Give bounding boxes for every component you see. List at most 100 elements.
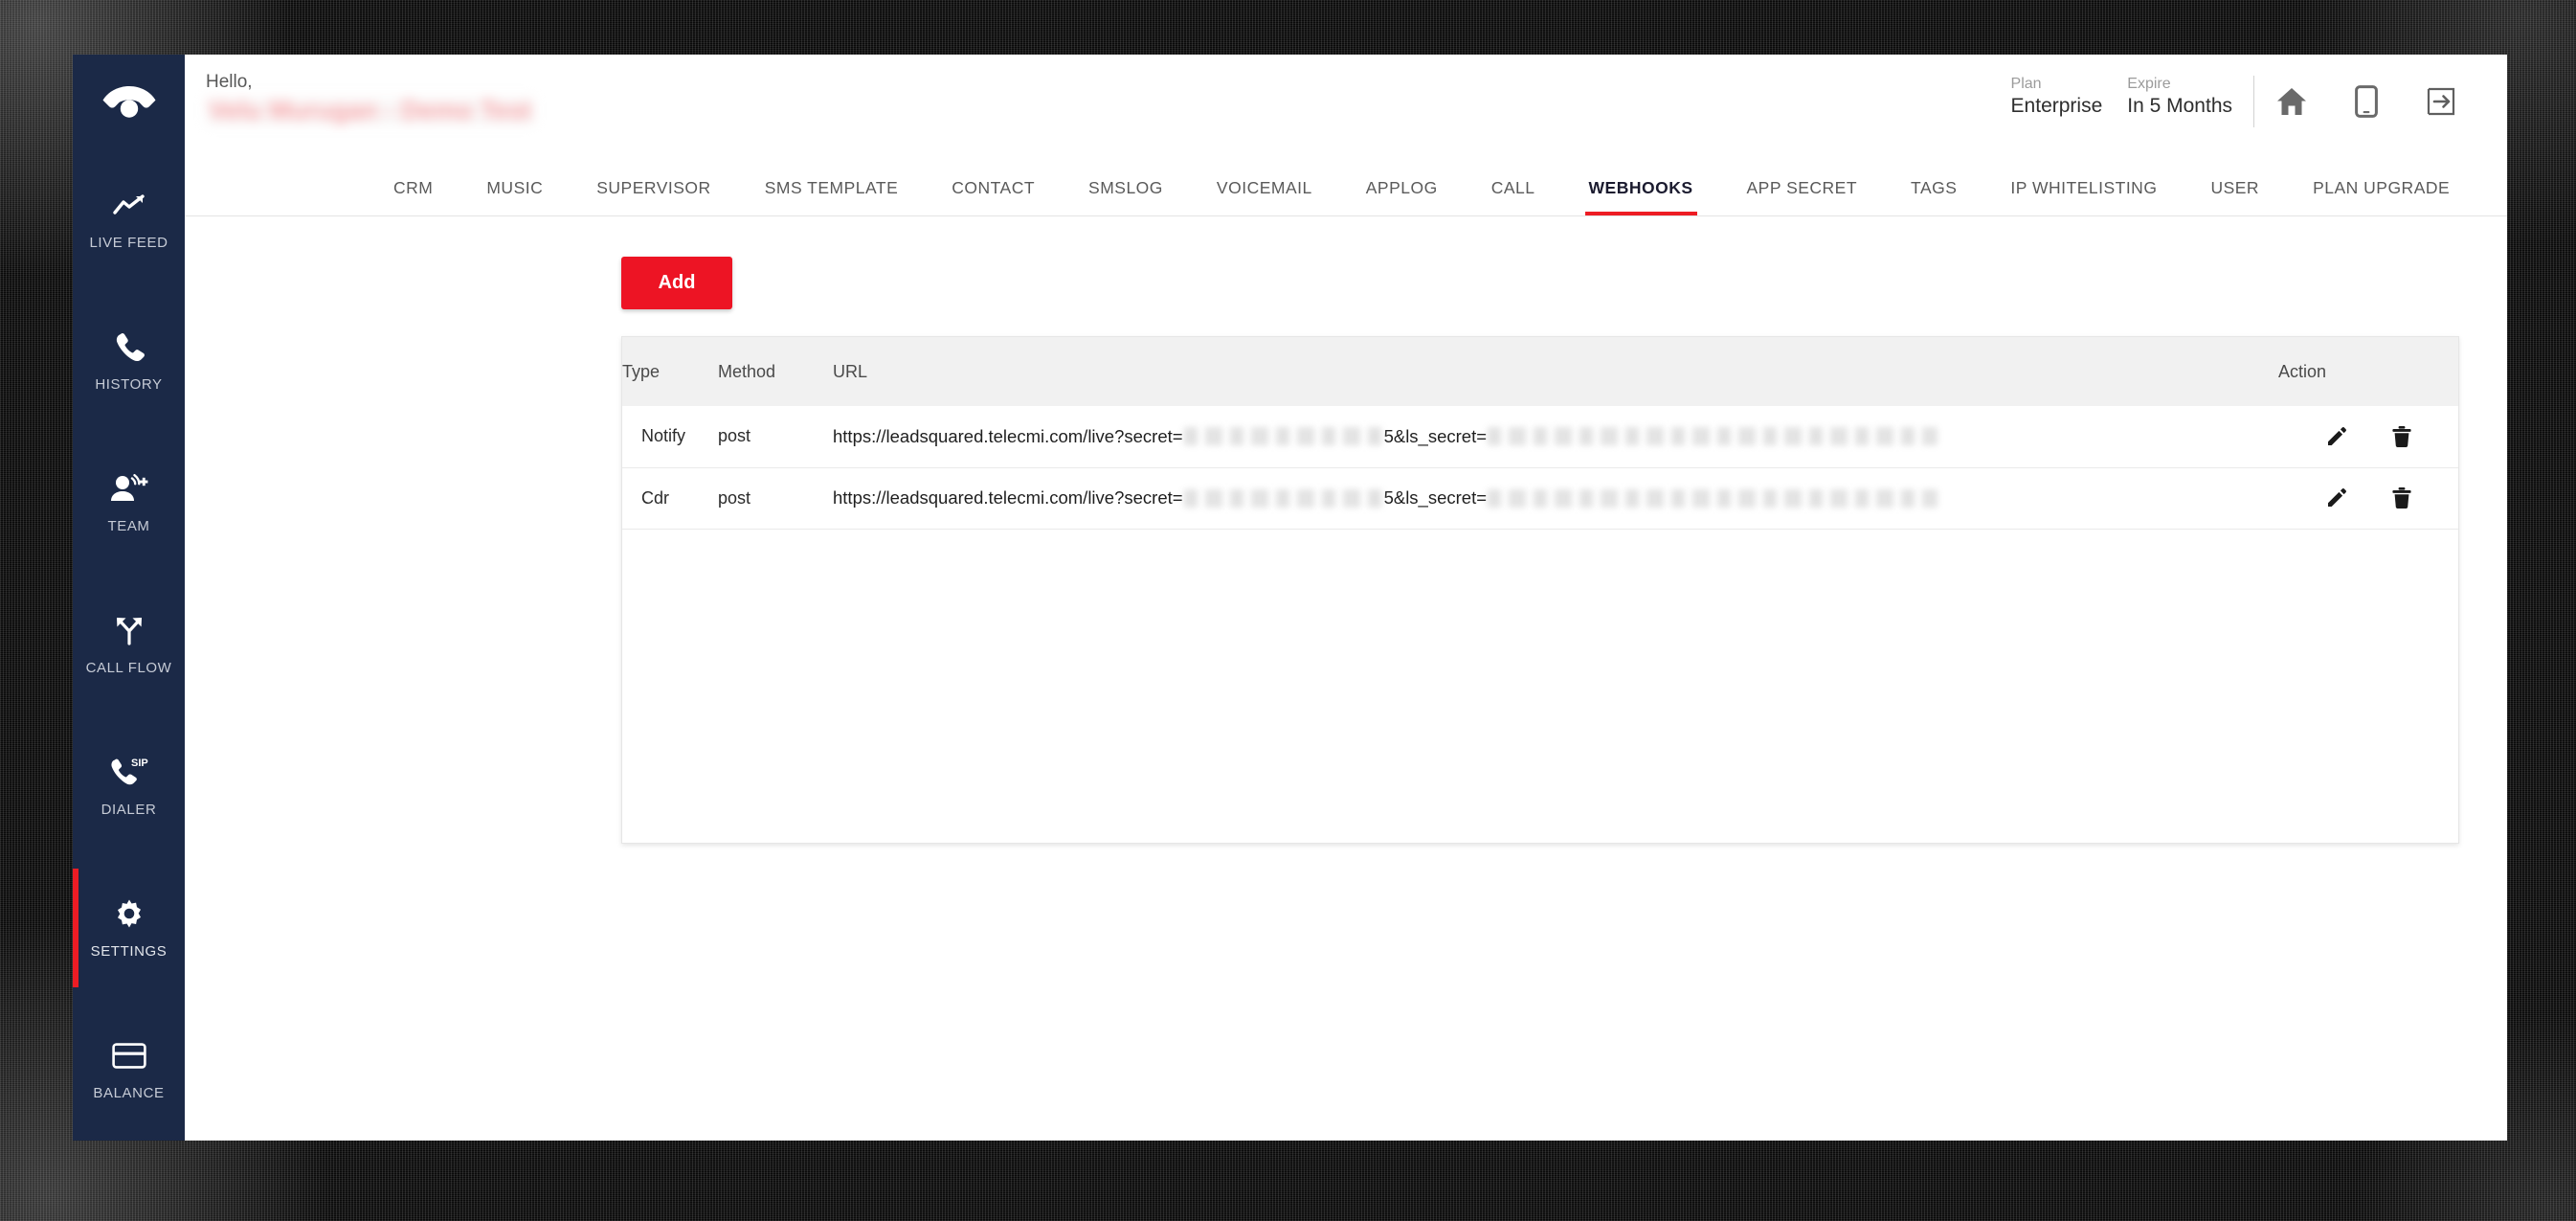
url-redacted-ls-secret [1488,488,1938,508]
cell-action [2278,467,2458,530]
column-header-url: URL [833,337,2278,406]
edit-row-button[interactable] [2316,416,2358,458]
delete-row-button[interactable] [2381,416,2423,458]
topbar: Hello, Velu Murugan - Demo Test Plan Ent… [185,55,2507,148]
content-area: Add Type Method URL Action Notify post h… [185,216,2507,1141]
sip-phone-icon: SIP [110,755,148,789]
url-visible-part-1: https://leadsquared.telecmi.com/live?sec… [833,487,1183,508]
sidebar-item-dialer[interactable]: SIP DIALER [73,715,185,857]
person-add-icon [110,471,148,506]
url-value: https://leadsquared.telecmi.com/live?sec… [833,487,2278,509]
topbar-right: Plan Enterprise Expire In 5 Months [2011,72,2478,127]
table-head: Type Method URL Action [622,337,2458,406]
tab-contact[interactable]: CONTACT [952,178,1035,215]
tab-smslog[interactable]: SMSLOG [1088,178,1163,215]
phone-icon [114,329,145,364]
cell-type: Cdr [622,467,718,530]
greeting-text: Hello, [206,72,253,92]
user-name-redacted: Velu Murugan - Demo Test [206,96,535,125]
url-visible-part-2: 5&ls_secret= [1383,425,1488,446]
credit-card-icon [111,1038,146,1073]
pencil-icon [2325,486,2348,509]
cell-method: post [718,467,833,530]
sidebar-item-label: CALL FLOW [85,660,172,676]
call-flow-icon [114,613,145,647]
tab-webhooks[interactable]: WEBHOOKS [1584,178,1697,215]
tab-sms-template[interactable]: SMS TEMPLATE [765,178,899,215]
table-row: Notify post https://leadsquared.telecmi.… [622,406,2458,468]
url-redacted-secret [1183,488,1383,508]
table-body: Notify post https://leadsquared.telecmi.… [622,406,2458,530]
tab-supervisor[interactable]: SUPERVISOR [596,178,710,215]
table-row: Cdr post https://leadsquared.telecmi.com… [622,467,2458,530]
line-chart-icon [112,188,146,222]
plan-caption: Plan [2010,76,2042,92]
tab-call[interactable]: CALL [1491,178,1535,215]
tab-plan-upgrade[interactable]: PLAN UPGRADE [2313,178,2450,215]
cell-url: https://leadsquared.telecmi.com/live?sec… [833,406,2278,468]
sidebar-item-label: DIALER [101,802,157,818]
sidebar-item-balance[interactable]: BALANCE [73,999,185,1141]
sidebar-item-history[interactable]: HISTORY [73,290,185,432]
tab-user[interactable]: USER [2210,178,2259,215]
mobile-icon [2355,85,2378,118]
tab-ip-whitelisting[interactable]: IP WHITELISTING [2010,178,2157,215]
logout-button[interactable] [2404,76,2478,127]
sidebar-item-live-feed[interactable]: LIVE FEED [73,148,185,290]
settings-tabs: CRM MUSIC SUPERVISOR SMS TEMPLATE CONTAC… [206,158,2507,215]
tab-voicemail[interactable]: VOICEMAIL [1217,178,1312,215]
plan-info: Plan Enterprise Expire In 5 Months [2011,76,2254,127]
tab-app-secret[interactable]: APP SECRET [1747,178,1858,215]
gear-icon [113,896,146,931]
trash-icon [2391,486,2412,509]
sidebar-item-label: BALANCE [93,1085,165,1101]
tab-crm[interactable]: CRM [393,178,433,215]
nav-zone: Settings CRM MUSIC SUPERVISOR SMS TEMPLA… [185,125,2507,216]
home-button[interactable] [2254,76,2329,127]
logout-icon [2427,87,2455,116]
edit-row-button[interactable] [2316,477,2358,519]
tab-tags[interactable]: TAGS [1911,178,1957,215]
column-header-action: Action [2278,337,2458,406]
delete-row-button[interactable] [2381,477,2423,519]
cell-method: post [718,406,833,468]
column-header-method: Method [718,337,833,406]
plan-value: Enterprise [2010,95,2103,117]
mobile-app-button[interactable] [2329,76,2404,127]
url-visible-part-1: https://leadsquared.telecmi.com/live?sec… [833,425,1183,446]
greeting-block: Hello, Velu Murugan - Demo Test [206,72,535,125]
brand-logo[interactable] [73,55,185,148]
sidebar: LIVE FEED HISTORY TEAM CALL FLOW SIP DIA… [73,55,185,1141]
sidebar-item-label: SETTINGS [90,943,168,960]
tab-music[interactable]: MUSIC [486,178,543,215]
pencil-icon [2325,425,2348,448]
sidebar-item-team[interactable]: TEAM [73,432,185,574]
main-area: Hello, Velu Murugan - Demo Test Plan Ent… [185,55,2507,1141]
cell-url: https://leadsquared.telecmi.com/live?sec… [833,467,2278,530]
webhooks-panel: Add Type Method URL Action Notify post h… [621,257,2459,844]
expire-value: In 5 Months [2127,95,2232,117]
expire-column: Expire In 5 Months [2127,76,2232,118]
app-window: LIVE FEED HISTORY TEAM CALL FLOW SIP DIA… [73,55,2507,1141]
expire-caption: Expire [2127,76,2171,92]
sidebar-item-label: HISTORY [95,376,163,393]
cell-type: Notify [622,406,718,468]
cell-action [2278,406,2458,468]
trash-icon [2391,425,2412,448]
url-visible-part-2: 5&ls_secret= [1383,487,1488,508]
plan-column: Plan Enterprise [2011,76,2103,118]
url-value: https://leadsquared.telecmi.com/live?sec… [833,426,2278,447]
table-header-row: Type Method URL Action [622,337,2458,406]
sidebar-item-label: TEAM [107,518,150,534]
webhooks-table-card: Type Method URL Action Notify post https… [621,336,2459,844]
sidebar-item-call-flow[interactable]: CALL FLOW [73,574,185,715]
tab-applog[interactable]: APPLOG [1366,178,1438,215]
home-icon [2276,87,2307,116]
column-header-type: Type [622,337,718,406]
svg-text:SIP: SIP [131,757,148,769]
url-redacted-secret [1183,427,1383,446]
webhooks-table: Type Method URL Action Notify post https… [622,337,2458,530]
sidebar-item-settings[interactable]: SETTINGS [73,857,185,999]
add-button[interactable]: Add [621,257,732,309]
url-redacted-ls-secret [1488,427,1938,446]
